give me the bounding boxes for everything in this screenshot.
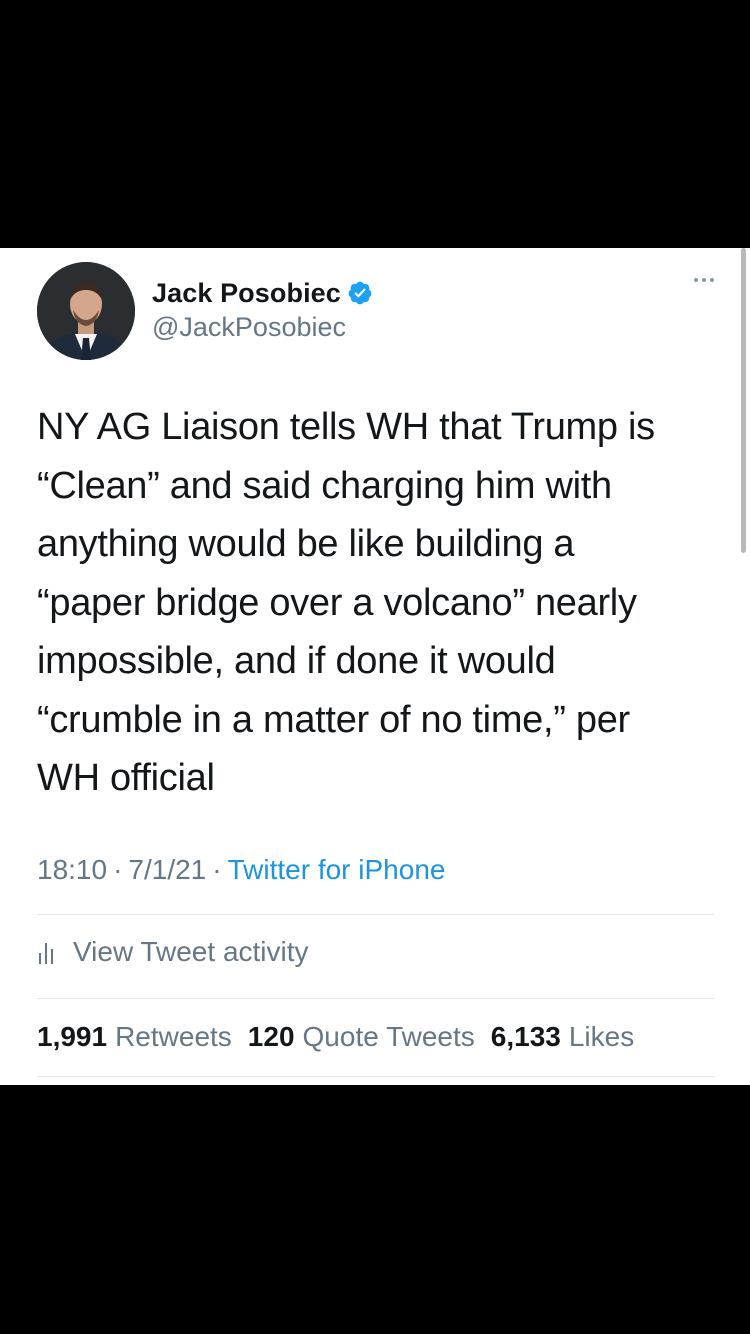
verified-badge-icon <box>347 280 373 306</box>
retweets-stat[interactable]: 1,991 Retweets <box>37 1021 232 1053</box>
dot <box>694 278 698 282</box>
top-black-bar <box>0 0 750 248</box>
retweets-label: Retweets <box>115 1021 232 1052</box>
tweet-text: NY AG Liaison tells WH that Trump is “Cl… <box>37 406 655 799</box>
view-tweet-activity-label: View Tweet activity <box>73 936 309 967</box>
likes-count: 6,133 <box>490 1021 561 1052</box>
dot <box>702 278 706 282</box>
author-name-row[interactable]: Jack Posobiec <box>152 276 373 310</box>
tweet-meta: 18:10 · 7/1/21 · Twitter for iPhone <box>37 854 445 886</box>
avatar[interactable] <box>37 262 135 360</box>
tweet-source-link[interactable]: Twitter for iPhone <box>228 854 446 886</box>
divider <box>37 998 714 999</box>
divider <box>37 914 714 915</box>
meta-separator: · <box>212 854 222 885</box>
tweet-stats: 1,991 Retweets 120 Quote Tweets 6,133 Likes <box>37 1021 650 1053</box>
bottom-black-bar <box>0 1085 750 1334</box>
author-handle[interactable]: @JackPosobiec <box>152 312 346 343</box>
tweet-time: 18:10 <box>37 854 108 885</box>
likes-label: Likes <box>568 1021 635 1052</box>
display-name[interactable]: Jack Posobiec <box>152 278 341 309</box>
view-tweet-activity-button[interactable]: View Tweet activity <box>37 936 309 968</box>
quote-tweets-label: Quote Tweets <box>302 1021 475 1052</box>
more-options-icon[interactable] <box>694 278 714 282</box>
scrollbar[interactable] <box>741 248 746 553</box>
tweet-date: 7/1/21 <box>128 854 207 885</box>
likes-stat[interactable]: 6,133 Likes <box>491 1021 634 1053</box>
quote-tweets-count: 120 <box>247 1021 295 1052</box>
tweet-card: Jack Posobiec @JackPosobiec NY AG Liaiso… <box>0 248 750 1085</box>
divider <box>37 1076 714 1077</box>
bar-chart-icon <box>37 939 59 965</box>
retweets-count: 1,991 <box>37 1021 108 1052</box>
quote-tweets-stat[interactable]: 120 Quote Tweets <box>248 1021 475 1053</box>
dot <box>710 278 714 282</box>
meta-separator: · <box>113 854 123 885</box>
